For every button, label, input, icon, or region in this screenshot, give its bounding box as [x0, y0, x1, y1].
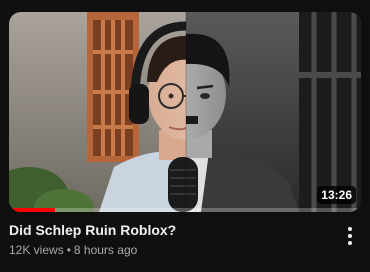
watch-progress-bar	[9, 208, 361, 212]
thumbnail-image	[9, 12, 361, 212]
video-thumbnail[interactable]: 13:26	[9, 12, 361, 212]
duration-badge: 13:26	[317, 186, 356, 204]
view-count: 12K views	[9, 243, 64, 257]
video-details: Did Schlep Ruin Roblox? 12K views • 8 hour…	[9, 220, 329, 259]
upload-age: 8 hours ago	[73, 243, 138, 257]
video-title[interactable]: Did Schlep Ruin Roblox?	[9, 220, 329, 240]
video-metadata: 12K views • 8 hours ago	[9, 241, 329, 259]
watch-progress-fill	[9, 208, 55, 212]
metadata-separator: •	[66, 243, 71, 257]
more-actions-button[interactable]	[338, 224, 362, 248]
vertical-dots-icon	[348, 227, 352, 245]
video-card[interactable]: 13:26 Did Schlep Ruin Roblox? 12K views •…	[0, 0, 370, 272]
